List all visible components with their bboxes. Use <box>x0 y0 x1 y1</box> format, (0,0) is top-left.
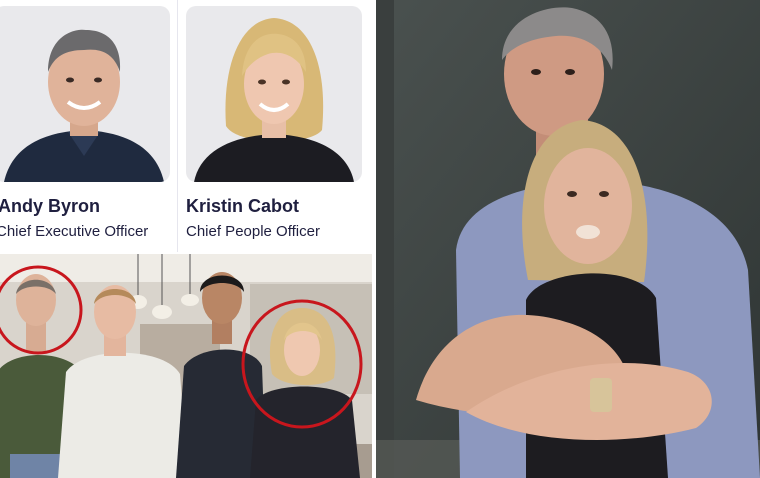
profile-card-cpo[interactable]: Kristin Cabot Chief People Officer <box>178 0 372 252</box>
profile-photo-cpo <box>186 6 362 182</box>
profile-photo-ceo <box>0 6 170 182</box>
profile-name: Kristin Cabot <box>186 196 300 216</box>
leadership-profiles: Andy Byron Chief Executive Officer Krist… <box>0 0 372 252</box>
profile-title: Chief People Officer <box>186 223 320 240</box>
profile-card-ceo[interactable]: Andy Byron Chief Executive Officer <box>0 0 176 252</box>
profile-name: Andy Byron <box>0 196 101 216</box>
office-group-photo <box>0 254 372 478</box>
profile-title: Chief Executive Officer <box>0 223 149 240</box>
concert-jumbotron-photo <box>376 0 760 478</box>
